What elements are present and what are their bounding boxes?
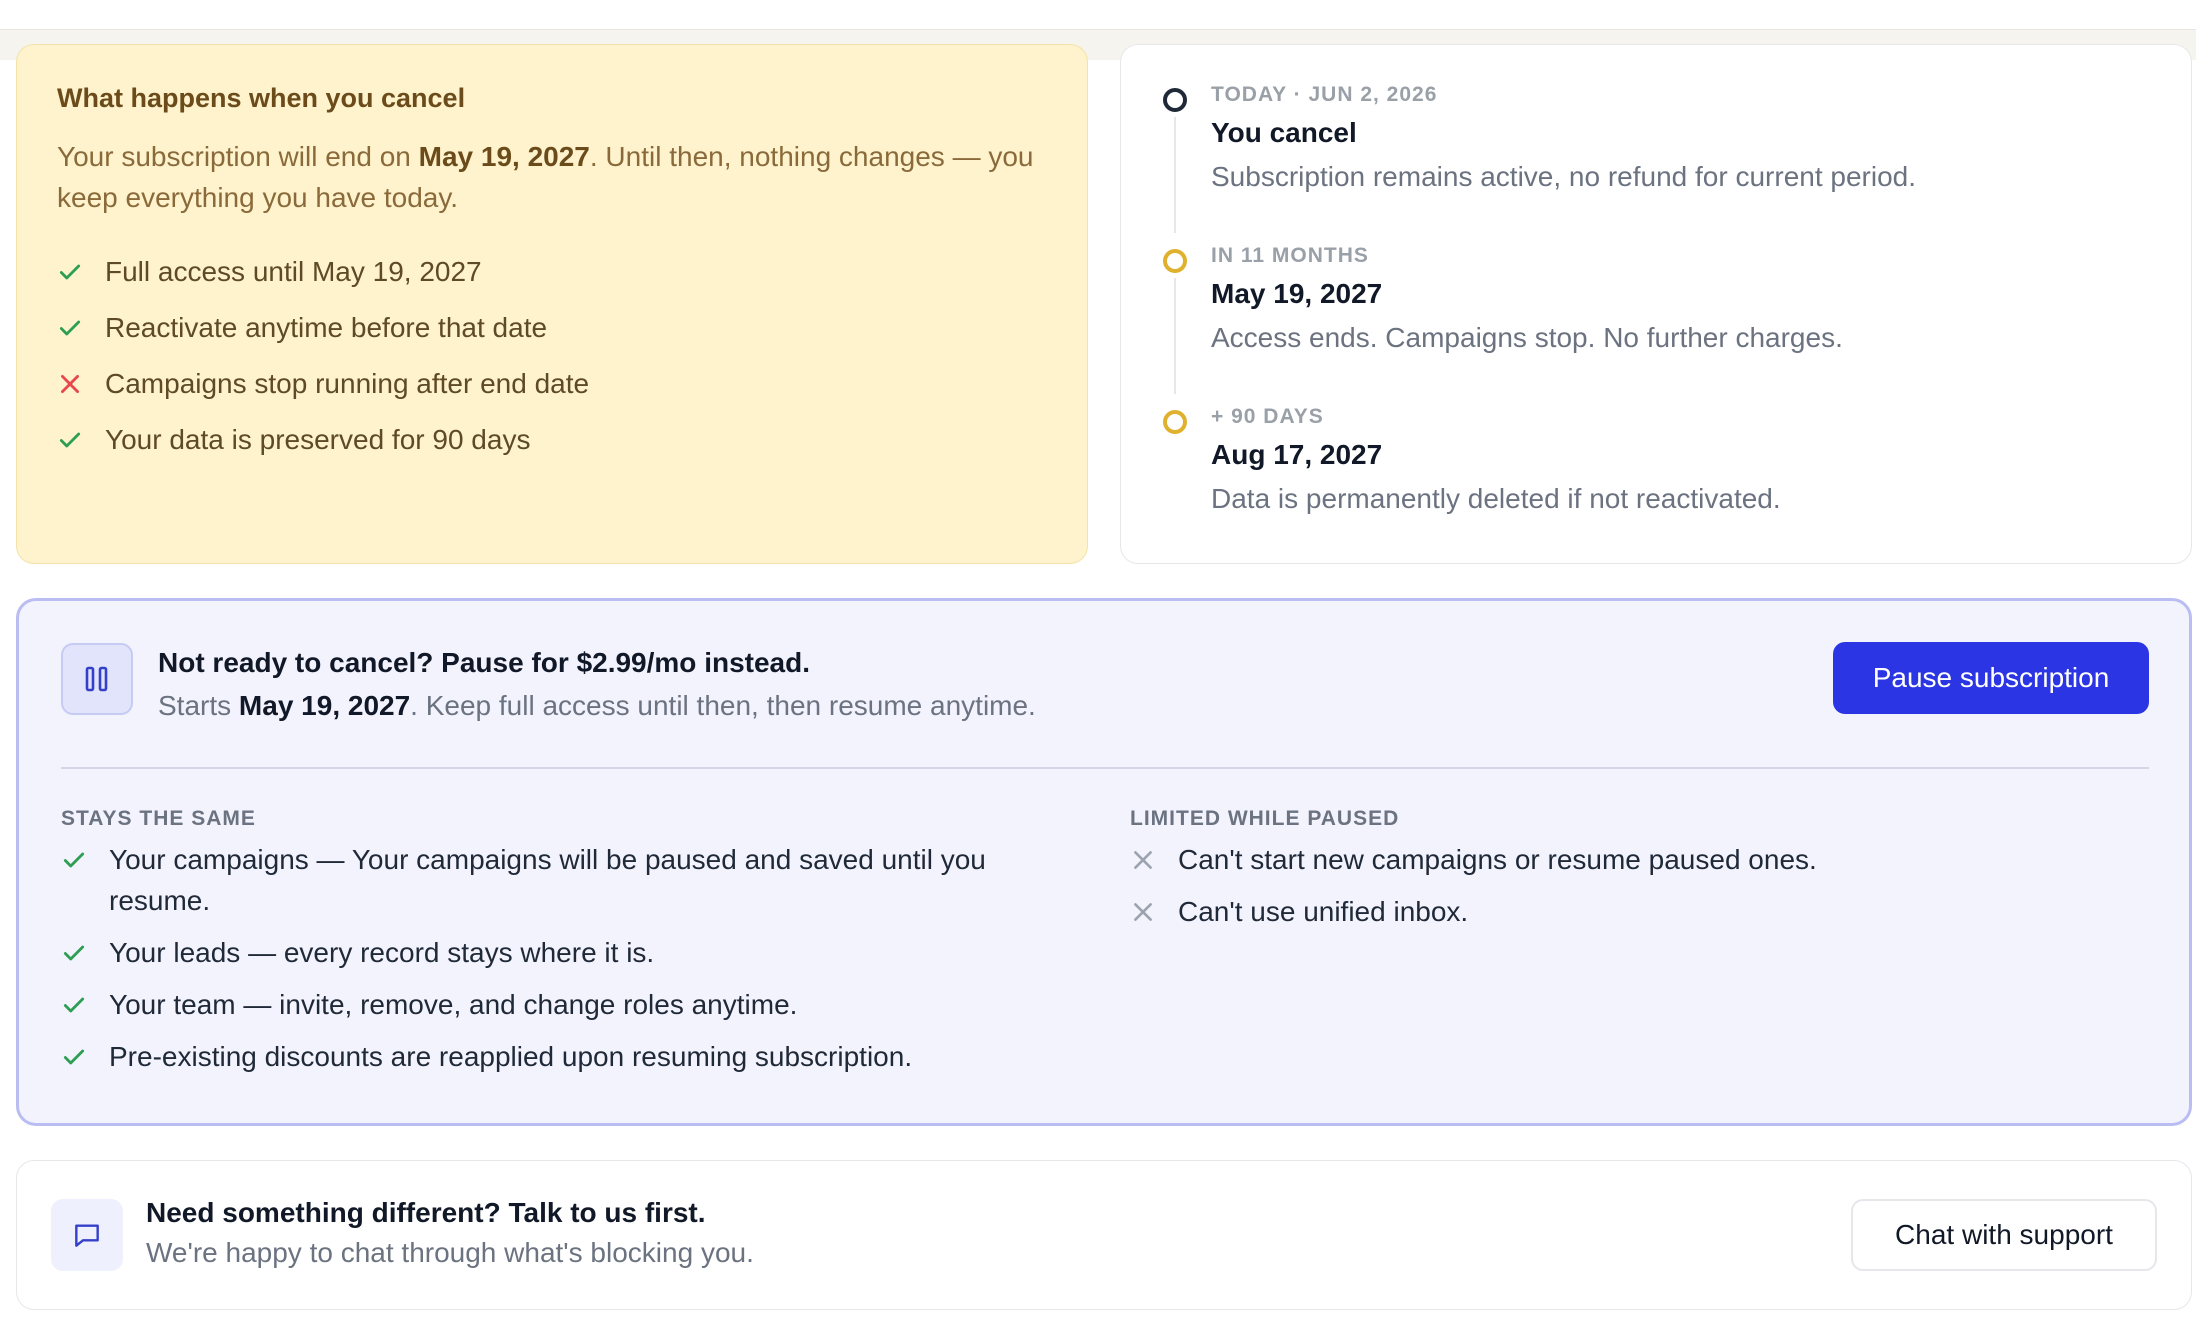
x-icon xyxy=(57,371,105,397)
support-card: Need something different? Talk to us fir… xyxy=(16,1160,2192,1310)
pause-sub-prefix: Starts xyxy=(158,690,239,721)
check-icon xyxy=(61,984,109,1025)
list-item-label: Campaigns stop running after end date xyxy=(105,368,590,399)
list-item-label: Can't use unified inbox. xyxy=(1178,896,1469,927)
cancel-info-title: What happens when you cancel xyxy=(57,83,466,113)
pause-icon xyxy=(61,643,133,715)
timeline-item: IN 11 MONTHS May 19, 2027 Access ends. C… xyxy=(1121,244,2191,405)
timeline-desc: Subscription remains active, no refund f… xyxy=(1211,161,1917,192)
list-item: Can't start new campaigns or resume paus… xyxy=(1130,839,2130,880)
list-item-label: Pre-existing discounts are reapplied upo… xyxy=(109,1041,913,1072)
x-icon xyxy=(1130,891,1178,932)
pause-offer-title: Not ready to cancel? Pause for $2.99/mo … xyxy=(158,647,810,678)
check-icon xyxy=(57,315,105,341)
support-subtitle: We're happy to chat through what's block… xyxy=(146,1237,754,1268)
timeline-dot-icon xyxy=(1163,88,1187,112)
limited-while-paused-list: Can't start new campaigns or resume paus… xyxy=(1130,839,2130,943)
timeline-desc: Access ends. Campaigns stop. No further … xyxy=(1211,322,1843,353)
list-item: Can't use unified inbox. xyxy=(1130,891,2130,932)
limited-while-paused-heading: LIMITED WHILE PAUSED xyxy=(1130,807,1400,830)
cancel-consequence-list: Full access until May 19, 2027 Reactivat… xyxy=(57,244,1047,468)
timeline-what: May 19, 2027 xyxy=(1211,278,1383,309)
list-item-label: Your team — invite, remove, and change r… xyxy=(109,989,798,1020)
list-item-label: Your campaigns — Your campaigns will be … xyxy=(109,844,986,916)
list-item: Your team — invite, remove, and change r… xyxy=(61,984,1081,1025)
timeline-connector xyxy=(1174,278,1176,394)
chat-with-support-button[interactable]: Chat with support xyxy=(1851,1199,2157,1271)
timeline-when: IN 11 MONTHS xyxy=(1211,244,1369,267)
cancel-end-date: May 19, 2027 xyxy=(418,141,590,172)
list-item-label: Full access until May 19, 2027 xyxy=(105,256,482,287)
check-icon xyxy=(57,427,105,453)
pause-offer-subtitle: Starts May 19, 2027. Keep full access un… xyxy=(158,690,1036,722)
stays-the-same-list: Your campaigns — Your campaigns will be … xyxy=(61,839,1081,1088)
list-item: Full access until May 19, 2027 xyxy=(57,244,1047,300)
list-item: Campaigns stop running after end date xyxy=(57,356,1047,412)
chat-bubble-icon xyxy=(51,1199,123,1271)
divider xyxy=(61,767,2149,769)
timeline-what: Aug 17, 2027 xyxy=(1211,439,1383,470)
check-icon xyxy=(57,259,105,285)
pause-subscription-button[interactable]: Pause subscription xyxy=(1833,642,2149,714)
list-item: Reactivate anytime before that date xyxy=(57,300,1047,356)
pause-start-date: May 19, 2027 xyxy=(238,690,411,721)
list-item-label: Reactivate anytime before that date xyxy=(105,312,548,343)
timeline-connector xyxy=(1174,117,1176,233)
cancel-info-text: Your subscription will end on May 19, 20… xyxy=(57,136,1057,218)
list-item: Your data is preserved for 90 days xyxy=(57,412,1047,468)
list-item-label: Your leads — every record stays where it… xyxy=(109,937,655,968)
top-bar xyxy=(0,0,2196,30)
cancel-info-text-prefix: Your subscription will end on xyxy=(57,141,419,172)
list-item: Your leads — every record stays where it… xyxy=(61,932,1081,973)
timeline-when: + 90 DAYS xyxy=(1211,405,1324,428)
cancel-info-card: What happens when you cancel Your subscr… xyxy=(16,44,1088,564)
pause-offer-card: Not ready to cancel? Pause for $2.99/mo … xyxy=(16,598,2192,1126)
cancel-timeline-card: TODAY · JUN 2, 2026 You cancel Subscript… xyxy=(1120,44,2192,564)
list-item: Pre-existing discounts are reapplied upo… xyxy=(61,1036,1081,1077)
list-item-label: Can't start new campaigns or resume paus… xyxy=(1178,844,1817,875)
pause-sub-suffix: . Keep full access until then, then resu… xyxy=(410,690,1036,721)
timeline-when: TODAY · JUN 2, 2026 xyxy=(1211,83,1438,106)
x-icon xyxy=(1130,839,1178,880)
check-icon xyxy=(61,932,109,973)
timeline-dot-icon xyxy=(1163,410,1187,434)
list-item: Your campaigns — Your campaigns will be … xyxy=(61,839,1081,921)
timeline-item: + 90 DAYS Aug 17, 2027 Data is permanent… xyxy=(1121,405,2191,566)
timeline-item: TODAY · JUN 2, 2026 You cancel Subscript… xyxy=(1121,83,2191,244)
list-item-label: Your data is preserved for 90 days xyxy=(105,424,531,455)
stays-the-same-heading: STAYS THE SAME xyxy=(61,807,256,830)
check-icon xyxy=(61,1036,109,1077)
support-title: Need something different? Talk to us fir… xyxy=(146,1197,706,1228)
timeline-what: You cancel xyxy=(1211,117,1357,148)
timeline-desc: Data is permanently deleted if not react… xyxy=(1211,483,1781,514)
check-icon xyxy=(61,839,109,880)
timeline-dot-icon xyxy=(1163,249,1187,273)
